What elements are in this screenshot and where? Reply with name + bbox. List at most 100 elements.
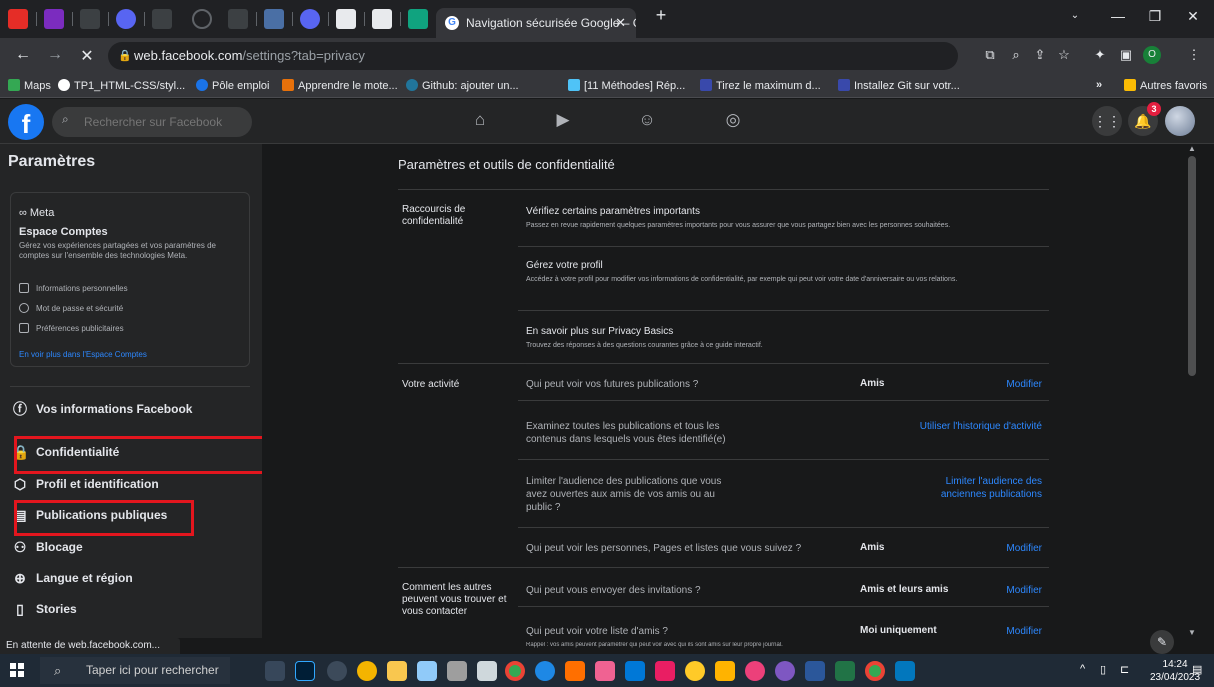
active-browser-tab[interactable]: G Navigation sécurisée Google – G ✕ xyxy=(436,8,636,38)
tab-search-icon[interactable]: ⌄ xyxy=(1060,10,1090,21)
chart-tab[interactable] xyxy=(264,9,284,29)
shortcut-title[interactable]: En savoir plus sur Privacy Basics xyxy=(526,326,673,337)
scroll-thumb[interactable] xyxy=(1188,156,1196,376)
meta-card-title: Espace Comptes xyxy=(19,226,108,238)
loading-tab[interactable] xyxy=(192,9,212,29)
facebook-logo[interactable]: f xyxy=(8,104,44,140)
shortcut-title[interactable]: Gérez votre profil xyxy=(526,260,603,271)
avatar[interactable] xyxy=(1165,106,1195,136)
minimize-button[interactable]: — xyxy=(1103,8,1133,24)
app-icon[interactable] xyxy=(655,661,675,681)
extensions-icon[interactable]: ✦ xyxy=(1090,47,1110,63)
bookmark-item[interactable]: Tirez le maximum d... xyxy=(700,79,821,92)
more-bookmarks-button[interactable]: » xyxy=(1096,79,1102,91)
code-tab[interactable] xyxy=(152,9,172,29)
app-icon[interactable] xyxy=(715,661,735,681)
bookmark-item[interactable]: Github: ajouter un... xyxy=(406,79,519,92)
edit-link[interactable]: Modifier xyxy=(942,584,1042,597)
word-icon[interactable] xyxy=(805,661,825,681)
bookmark-star-icon[interactable]: ☆ xyxy=(1054,47,1074,63)
meta-item-personal-info[interactable]: Informations personnelles xyxy=(19,283,128,293)
openai-tab[interactable] xyxy=(372,9,392,29)
app-icon[interactable] xyxy=(477,661,497,681)
app-icon[interactable] xyxy=(535,661,555,681)
network-icon[interactable]: ⊏ xyxy=(1120,663,1129,676)
bookmark-item[interactable]: Maps xyxy=(8,79,51,92)
photoshop-icon[interactable] xyxy=(295,661,315,681)
new-tab-button[interactable]: + xyxy=(646,5,676,26)
meta-item-password-security[interactable]: Mot de passe et sécurité xyxy=(19,303,123,313)
bookmark-item[interactable]: TP1_HTML-CSS/styl... xyxy=(58,79,185,92)
edit-link[interactable]: Modifier xyxy=(942,378,1042,391)
facebook-search-input[interactable] xyxy=(52,107,252,137)
bookmark-item[interactable]: [11 Méthodes] Rép... xyxy=(568,79,685,92)
other-bookmarks-folder[interactable]: Autres favoris xyxy=(1124,79,1207,92)
code-tab[interactable] xyxy=(80,9,100,29)
app-icon[interactable] xyxy=(447,661,467,681)
groups-icon[interactable]: ☺ xyxy=(632,110,662,130)
taskbar-search-box[interactable]: ⌕ Taper ici pour rechercher xyxy=(40,657,230,684)
menu-grid-icon[interactable]: ⋮⋮ xyxy=(1092,106,1122,136)
sidepanel-icon[interactable]: ▣ xyxy=(1116,47,1136,63)
limit-past-posts-link[interactable]: Limiter l'audience des anciennes publica… xyxy=(902,475,1042,501)
close-tab-icon[interactable]: ✕ xyxy=(615,8,626,38)
new-message-icon[interactable]: ✎ xyxy=(1150,630,1174,654)
openai-tab[interactable] xyxy=(408,9,428,29)
openai-tab[interactable] xyxy=(336,9,356,29)
sidebar-item-facebook-info[interactable]: ⓕ Vos informations Facebook xyxy=(8,394,258,424)
mail-tab[interactable] xyxy=(44,9,64,29)
activity-log-link[interactable]: Utiliser l'historique d'activité xyxy=(862,420,1042,433)
share-icon[interactable]: ⇪ xyxy=(1030,47,1050,63)
profile-button[interactable]: O xyxy=(1143,46,1161,64)
install-app-icon[interactable]: ⧉ xyxy=(980,47,1000,63)
windows-start-icon[interactable] xyxy=(10,663,24,677)
code-tab[interactable] xyxy=(228,9,248,29)
app-icon[interactable] xyxy=(357,661,377,681)
sublime-text-icon[interactable] xyxy=(565,661,585,681)
maximize-button[interactable]: ❐ xyxy=(1140,8,1170,25)
gaming-icon[interactable]: ◎ xyxy=(718,110,748,130)
chrome-icon[interactable] xyxy=(865,661,885,681)
youtube-tab[interactable] xyxy=(8,9,28,29)
app-icon[interactable] xyxy=(595,661,615,681)
forward-button[interactable]: → xyxy=(44,46,66,64)
bookmark-item[interactable]: Pôle emploi xyxy=(196,79,269,92)
back-button[interactable]: ← xyxy=(12,46,34,64)
watch-icon[interactable]: ▶ xyxy=(548,110,578,130)
bookmark-item[interactable]: Apprendre le mote... xyxy=(282,79,398,92)
home-icon[interactable]: ⌂ xyxy=(465,110,495,130)
file-explorer-icon[interactable] xyxy=(387,661,407,681)
app-icon[interactable] xyxy=(745,661,765,681)
excel-icon[interactable] xyxy=(835,661,855,681)
chevron-up-icon[interactable]: ^ xyxy=(1080,663,1085,675)
zoom-icon[interactable]: ⌕ xyxy=(1006,47,1026,63)
close-window-button[interactable]: ✕ xyxy=(1178,8,1208,25)
stop-loading-button[interactable]: ✕ xyxy=(76,46,98,66)
sidebar-item-language-region[interactable]: ⊕ Langue et région xyxy=(8,563,258,593)
shortcut-title[interactable]: Vérifiez certains paramètres importants xyxy=(526,206,700,217)
vscode-icon[interactable] xyxy=(625,661,645,681)
notification-center-icon[interactable]: ▤ xyxy=(1192,663,1202,676)
address-bar[interactable]: 🔒 web.facebook.com/settings?tab=privacy xyxy=(108,42,958,70)
settings-icon[interactable] xyxy=(327,661,347,681)
app-icon[interactable] xyxy=(417,661,437,681)
discord-tab[interactable] xyxy=(300,9,320,29)
edit-link[interactable]: Modifier xyxy=(942,625,1042,638)
app-icon[interactable] xyxy=(685,661,705,681)
battery-icon[interactable]: ▯ xyxy=(1100,663,1106,676)
app-icon[interactable] xyxy=(775,661,795,681)
task-view-icon[interactable] xyxy=(265,661,285,681)
app-icon[interactable] xyxy=(895,661,915,681)
scroll-up-arrow[interactable]: ▲ xyxy=(1188,144,1196,153)
sidebar-item-stories[interactable]: ▯ Stories xyxy=(8,594,258,624)
menu-icon[interactable]: ⋮ xyxy=(1184,47,1204,63)
accounts-center-link[interactable]: En voir plus dans l'Espace Comptes xyxy=(19,350,147,359)
edit-link[interactable]: Modifier xyxy=(942,542,1042,555)
bookmark-item[interactable]: Installez Git sur votr... xyxy=(838,79,960,92)
meta-item-ad-preferences[interactable]: Préférences publicitaires xyxy=(19,323,124,333)
page-scrollbar[interactable]: ▲ ▼ xyxy=(1185,144,1199,638)
discord-tab[interactable] xyxy=(116,9,136,29)
sidebar-item-blocking[interactable]: ⚇ Blocage xyxy=(8,532,258,562)
chrome-icon[interactable] xyxy=(505,661,525,681)
scroll-down-arrow[interactable]: ▼ xyxy=(1188,628,1196,637)
